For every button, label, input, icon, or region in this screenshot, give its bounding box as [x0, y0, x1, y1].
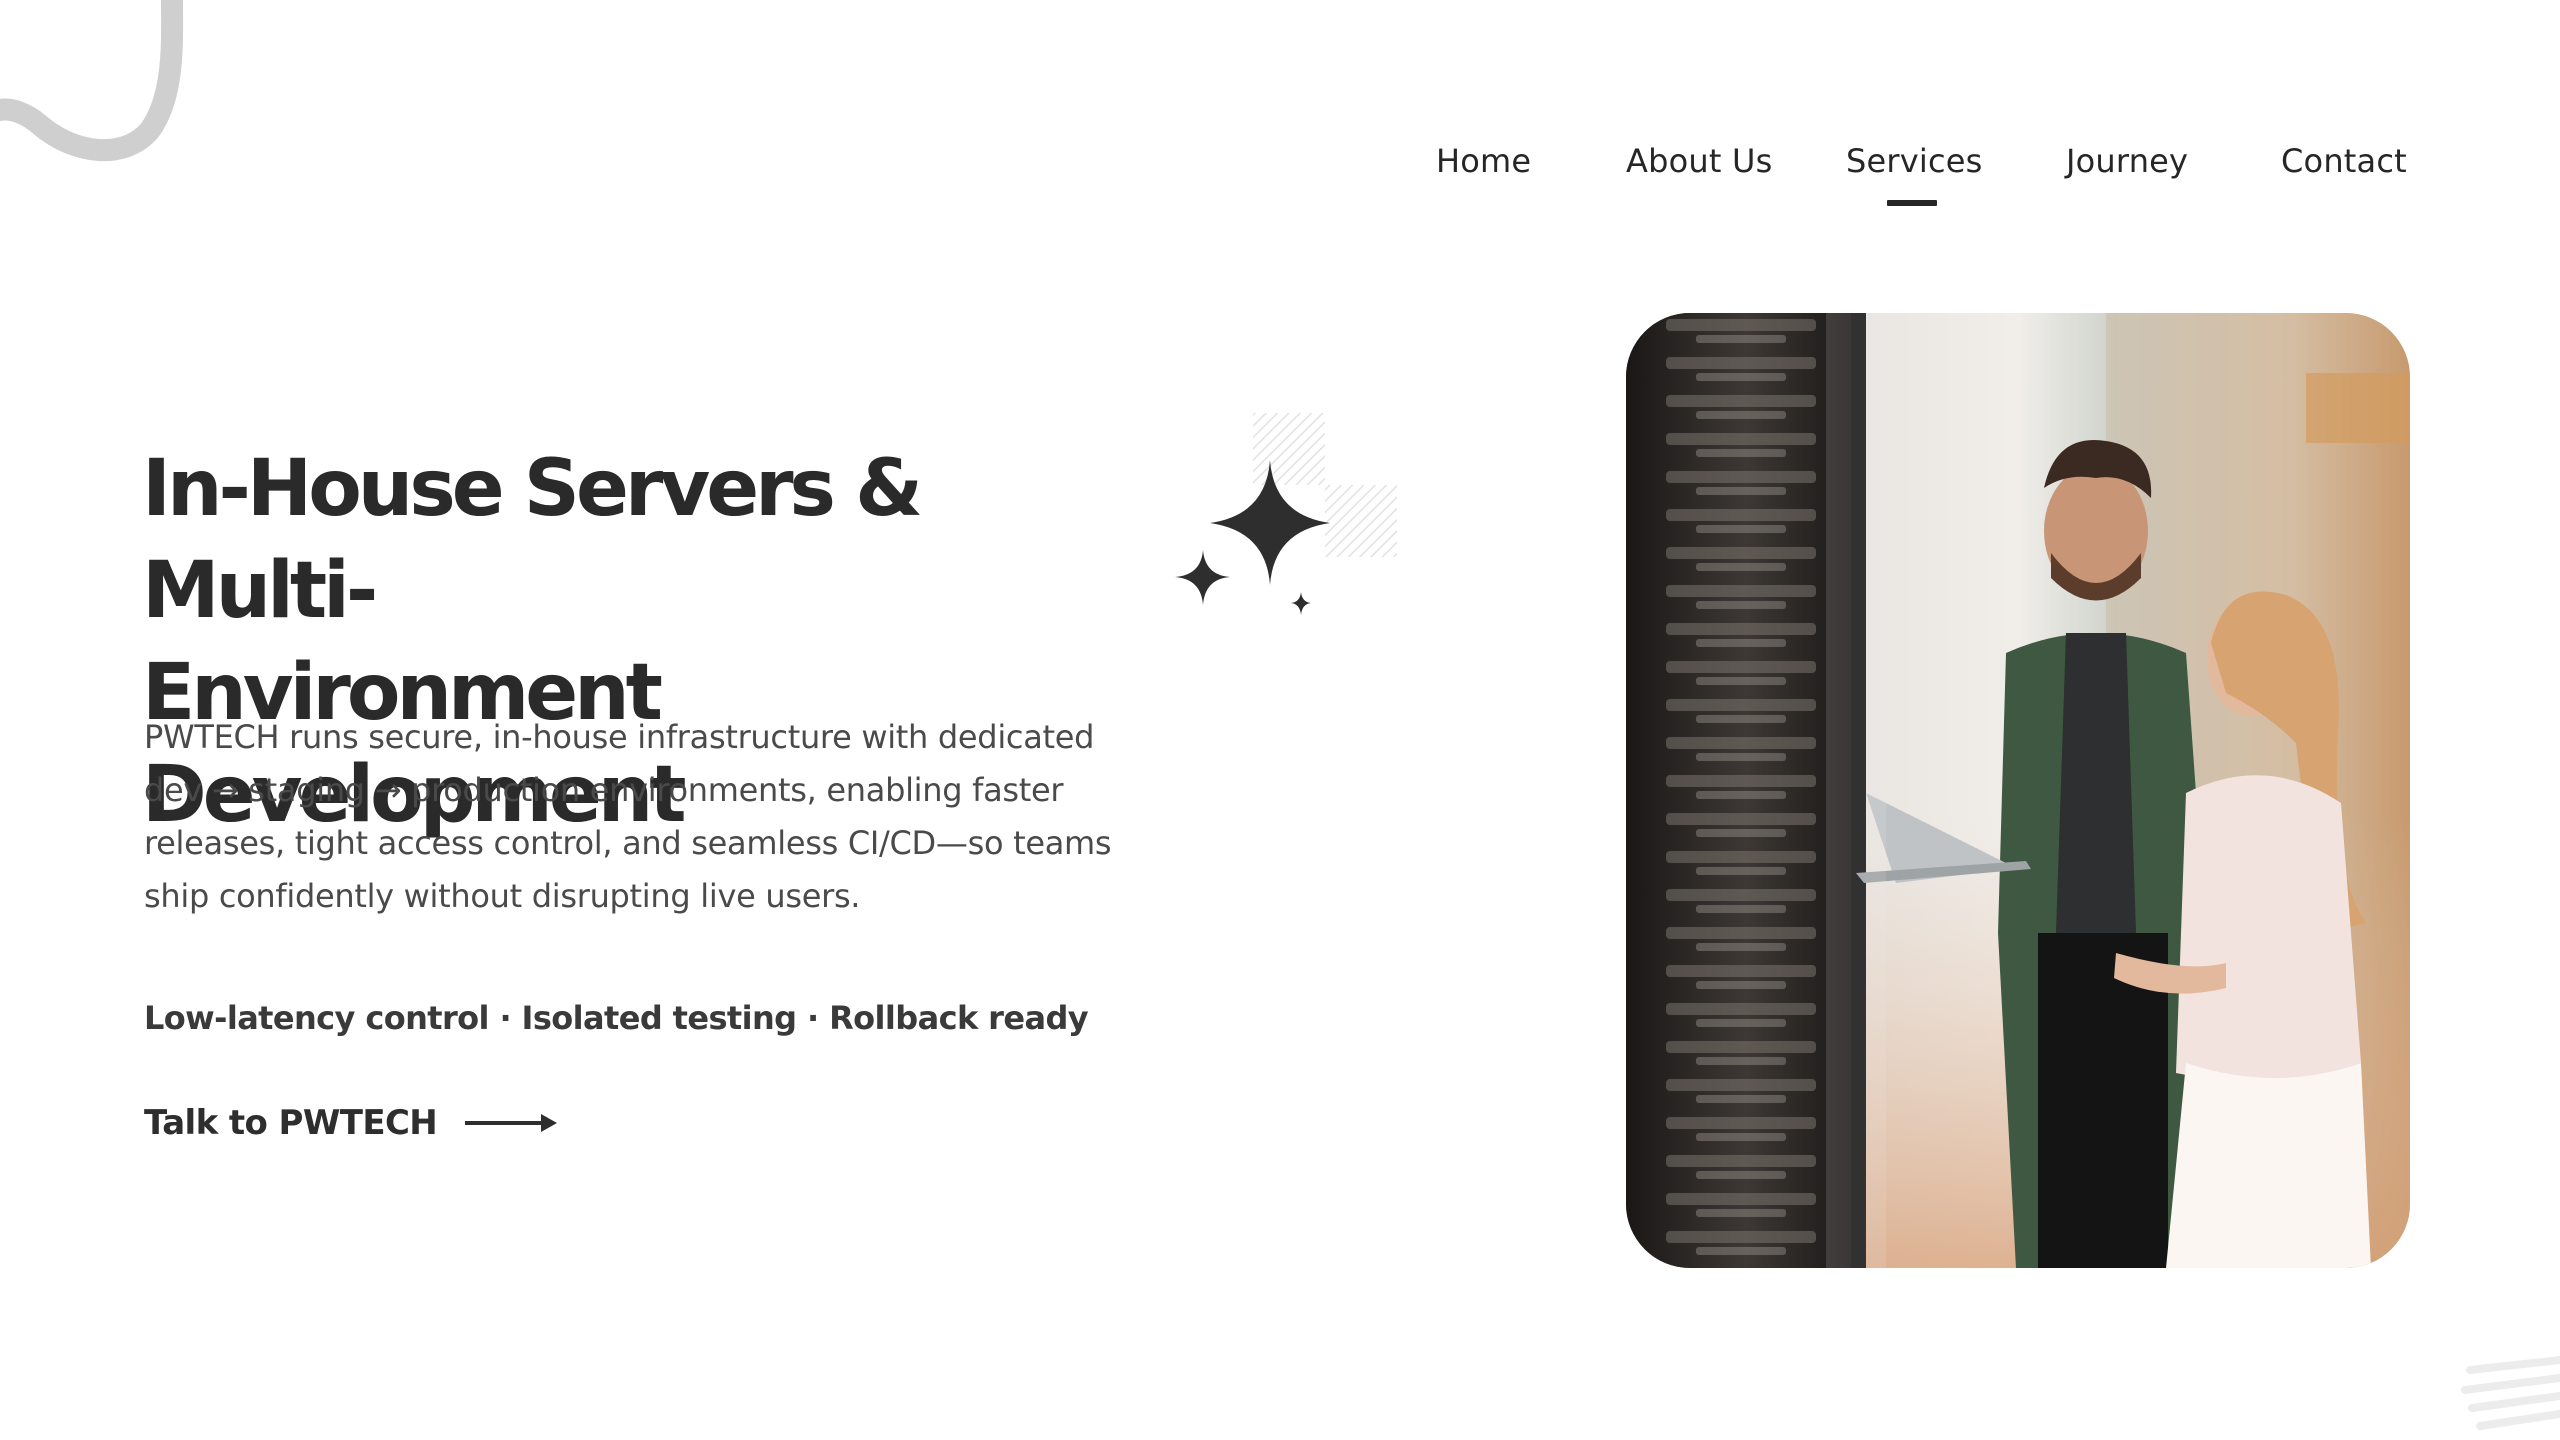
page: Home About Us Services Journey Contact I… [0, 0, 2560, 1440]
active-nav-indicator [1887, 200, 1937, 206]
hero-title-line-1: In-House Servers & Multi- [142, 444, 923, 636]
cta-label: Talk to PWTECH [144, 1103, 438, 1143]
nav-item-contact[interactable]: Contact [2281, 142, 2407, 180]
decorative-squiggle [0, 0, 184, 161]
arrow-right-icon [465, 1114, 558, 1132]
main-nav: Home About Us Services Journey Contact [1390, 142, 2420, 212]
hero-photo [1626, 313, 2410, 1268]
sparkles-icon [1175, 413, 1397, 615]
decorative-scribble [2461, 1356, 2560, 1430]
hero-features: Low-latency control · Isolated testing ·… [144, 999, 1089, 1037]
nav-item-services[interactable]: Services [1846, 142, 1983, 180]
nav-item-about-us[interactable]: About Us [1626, 142, 1772, 180]
hero-description: PWTECH runs secure, in-house infrastruct… [144, 718, 1112, 915]
nav-item-home[interactable]: Home [1436, 142, 1531, 180]
nav-item-journey[interactable]: Journey [2066, 142, 2188, 180]
talk-to-pwtech-link[interactable]: Talk to PWTECH [144, 1098, 558, 1148]
